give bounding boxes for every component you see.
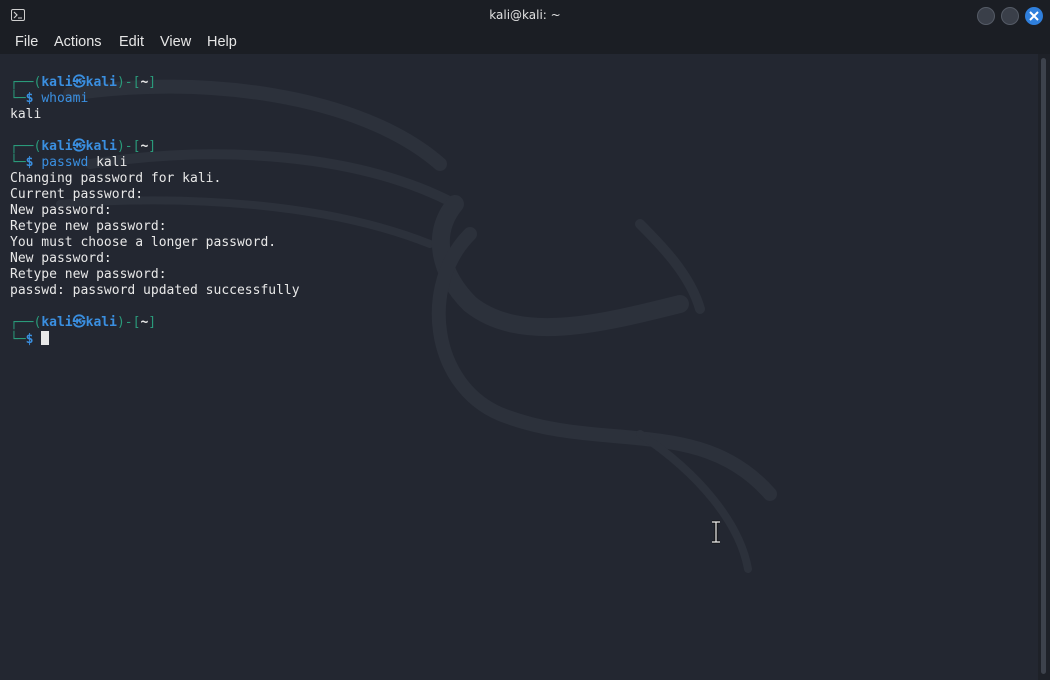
vertical-scrollbar[interactable] [1038, 54, 1050, 680]
command-line: └─$ [10, 331, 50, 347]
output-line: passwd: password updated successfully [10, 283, 300, 298]
close-icon [1029, 11, 1039, 21]
maximize-button[interactable] [1001, 7, 1019, 25]
output-line: New password: [10, 203, 112, 218]
prompt-host: kali [85, 75, 117, 90]
output-line: Current password: [10, 187, 144, 202]
prompt-line: ┌──(kali㉿kali)-[~] [10, 139, 157, 154]
scrollbar-thumb[interactable] [1041, 58, 1046, 674]
output-line: Changing password for kali. [10, 171, 222, 186]
menu-view[interactable]: View [160, 34, 191, 50]
menu-edit[interactable]: Edit [119, 34, 144, 50]
close-button[interactable] [1025, 7, 1043, 25]
output-line: Retype new password: [10, 219, 167, 234]
text-cursor [41, 331, 50, 345]
command-line: └─$ passwd kali [10, 155, 128, 170]
prompt-line: ┌──(kali㉿kali)-[~] [10, 75, 157, 90]
output-line: Retype new password: [10, 267, 167, 282]
command-line: └─$ whoami [10, 91, 89, 106]
menu-file[interactable]: File [15, 34, 38, 50]
prompt-line: ┌──(kali㉿kali)-[~] [10, 315, 157, 330]
window-title: kali@kali: ~ [489, 8, 561, 22]
terminal-output-area[interactable]: ┌──(kali㉿kali)-[~] └─$ whoami kali ┌──(k… [0, 54, 1038, 680]
output-line: New password: [10, 251, 112, 266]
menu-actions[interactable]: Actions [54, 34, 102, 50]
minimize-button[interactable] [977, 7, 995, 25]
command-arg: kali [96, 155, 128, 170]
command-passwd: passwd [41, 155, 89, 170]
menu-help[interactable]: Help [207, 34, 237, 50]
output-line: You must choose a longer password. [10, 235, 277, 250]
menu-bar: File Actions Edit View Help [0, 32, 1050, 54]
prompt-user: kali [41, 75, 73, 90]
output-line: kali [10, 107, 42, 122]
window-titlebar[interactable]: kali@kali: ~ [0, 0, 1050, 32]
command-whoami: whoami [41, 91, 89, 106]
ibeam-cursor-icon [712, 520, 720, 544]
